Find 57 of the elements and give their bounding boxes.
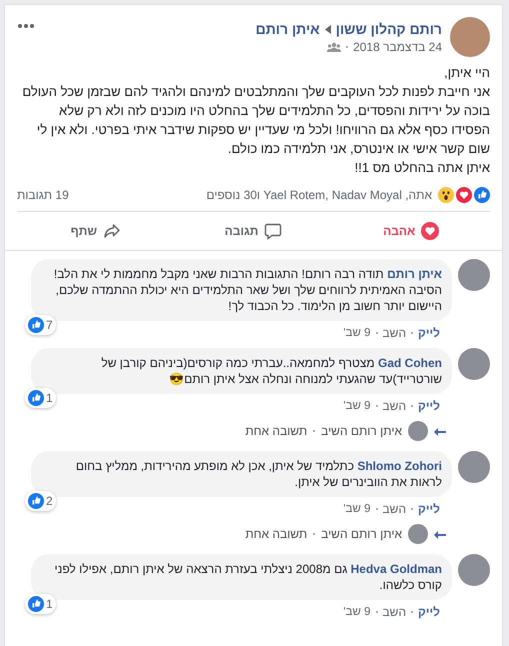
replier-link[interactable]: איתן רותם השיב [321, 527, 402, 541]
like-count: 7 [46, 317, 53, 333]
post-text: אני חייבת לפנות לכל העוקבים שלך והמתלבטים למינהם ולהגיד להם שבזמן שכל העולם בוכה על ירידות והפסדים, כל התלמידים שלך בהחלט היו מוכנים לזה ולא רק שלא הפסידו כסף אלא גם הרוויחו! ולכל מי שעדיין יש ספקות שידבר איתי בפרטי. ולא אין לי שום קשר אישי או אינטרס, אני תלמידה כמו כולם. [21, 83, 490, 158]
like-icon [28, 596, 44, 612]
reply-count[interactable]: תשובה אחת [245, 424, 308, 438]
like-link[interactable]: לייק [418, 605, 440, 619]
like-icon [28, 493, 44, 509]
like-count: 2 [46, 493, 53, 509]
wow-reaction-icon [438, 187, 454, 203]
like-link[interactable]: לייק [418, 399, 440, 413]
reactions-summary[interactable]: אתה, Yael Rotem, Nadav Moyal ו30 נוספים [206, 188, 432, 202]
reply-link[interactable]: השב [382, 326, 406, 340]
replier-link[interactable]: איתן רותם השיב [321, 424, 402, 438]
reply-link[interactable]: השב [382, 502, 406, 516]
reply-arrow-icon [434, 426, 446, 436]
like-reaction-icon [474, 187, 490, 203]
avatar [458, 259, 490, 291]
comment-time[interactable]: 9 שב' [343, 606, 370, 618]
like-count-badge[interactable]: 1 [25, 594, 56, 614]
avatar [450, 17, 490, 57]
like-count: 1 [46, 596, 53, 612]
comment-time[interactable]: 9 שב' [343, 503, 370, 515]
avatar [458, 554, 490, 586]
share-icon [103, 222, 122, 240]
reply-arrow-icon [434, 529, 446, 539]
love-button[interactable]: אהבה [332, 218, 490, 244]
like-count: 1 [46, 390, 53, 406]
share-button[interactable]: שתף [16, 218, 175, 244]
author-name[interactable]: רותם קהלון ששון [336, 21, 442, 37]
target-name[interactable]: איתן רותם [256, 21, 320, 37]
reply-count[interactable]: תשובה אחת [245, 527, 308, 541]
comment-time[interactable]: 9 שב' [343, 327, 370, 339]
more-icon[interactable] [17, 23, 35, 29]
reply-link[interactable]: השב [382, 605, 406, 619]
people-icon [327, 42, 342, 52]
avatar [408, 524, 428, 544]
comment-count[interactable]: 19 תגובות [17, 188, 69, 202]
like-count-badge[interactable]: 1 [25, 388, 56, 408]
like-link[interactable]: לייק [418, 326, 440, 340]
like-icon [28, 317, 44, 333]
avatar [408, 421, 428, 441]
triangle-icon [324, 24, 331, 34]
comment-button[interactable]: תגובה [174, 218, 332, 244]
like-count-badge[interactable]: 7 [25, 315, 56, 335]
love-reaction-icon [456, 187, 472, 203]
avatar [458, 348, 490, 380]
comment-text: איתן רותם תודה רבה רותם! התגובות הרבות שאני מקבל מחממות לי את הלב! הסיבה האמיתית לרווחים שלך ושל שאר התלמידים היא יכולת ההתמדה שלכם, היישום יותר חשוב מן הלימוד. כל הכבוד לך! [54, 267, 442, 313]
post-text: היי איתן, [443, 64, 490, 82]
reply-link[interactable]: השב [382, 399, 406, 413]
like-link[interactable]: לייק [418, 502, 440, 516]
like-count-badge[interactable]: 2 [25, 491, 56, 511]
post-text: איתן אתה בהחלט מס 1!! [354, 159, 490, 177]
post-date[interactable]: 24 בדצמבר 2018 [353, 40, 442, 54]
avatar [458, 451, 490, 483]
comment-time[interactable]: 9 שב' [343, 400, 370, 412]
like-icon [28, 390, 44, 406]
speech-bubble-icon [264, 222, 282, 240]
